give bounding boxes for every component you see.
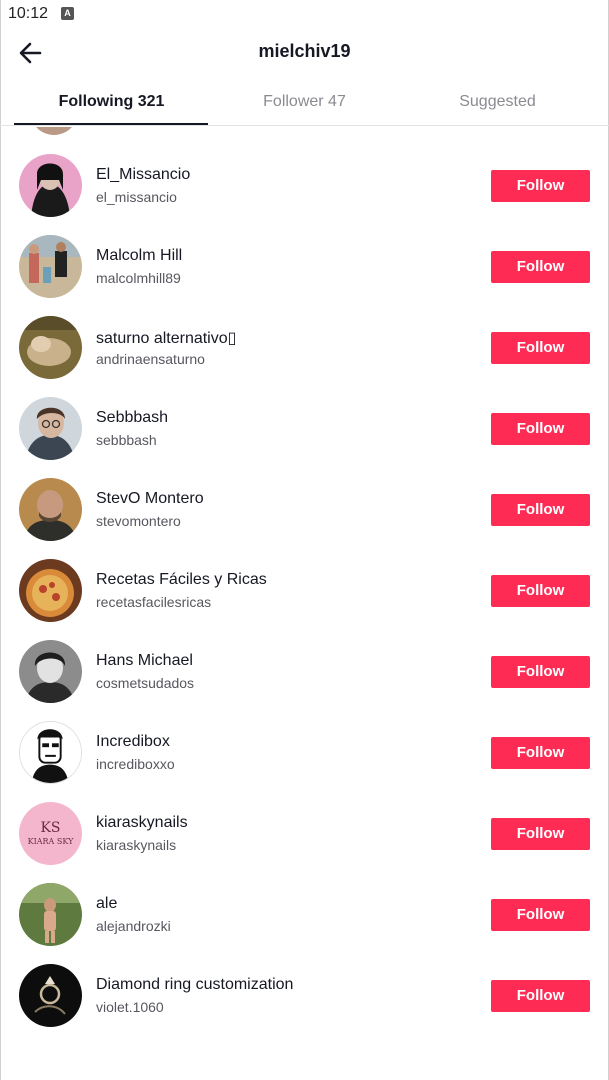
- user-handle: el_missancio: [96, 189, 177, 205]
- user-handle: kiaraskynails: [96, 837, 177, 853]
- follow-button[interactable]: Follow: [491, 980, 590, 1012]
- user-handle: violet.1060: [96, 999, 164, 1015]
- avatar: [19, 559, 82, 622]
- tab-following[interactable]: Following 321: [10, 80, 213, 126]
- follow-button[interactable]: Follow: [491, 575, 590, 607]
- follow-button[interactable]: Follow: [491, 251, 590, 283]
- avatar: [30, 127, 78, 135]
- user-handle: stevomontero: [96, 513, 181, 529]
- avatar: [19, 640, 82, 703]
- list-item[interactable]: StevO Montero stevomontero Follow: [0, 478, 609, 559]
- user-name: Recetas Fáciles y Ricas: [96, 571, 267, 588]
- user-name: ale: [96, 895, 118, 912]
- user-name: kiaraskynails: [96, 814, 188, 831]
- avatar: [19, 235, 82, 298]
- user-handle: cosmetsudados: [96, 675, 195, 691]
- user-name: Hans Michael: [96, 652, 193, 669]
- list-item[interactable]: Sebbbash sebbbash Follow: [0, 397, 609, 478]
- tab-bar: Following 321 Follower 47 Suggested: [0, 80, 609, 126]
- follow-button[interactable]: Follow: [491, 332, 590, 364]
- avatar: [19, 316, 82, 379]
- user-handle: recetasfacilesricas: [96, 594, 212, 610]
- follow-button[interactable]: Follow: [491, 899, 590, 931]
- follow-button[interactable]: Follow: [491, 413, 590, 445]
- user-name: Diamond ring customization: [96, 976, 294, 993]
- user-handle: malcolmhill89: [96, 270, 181, 286]
- tab-follower[interactable]: Follower 47: [203, 80, 406, 126]
- user-handle: sebbbash: [96, 432, 157, 448]
- follow-button[interactable]: Follow: [491, 494, 590, 526]
- avatar: [19, 154, 82, 217]
- avatar: [19, 397, 82, 460]
- avatar-logo-text: KIARA SKY: [28, 837, 75, 846]
- list-item[interactable]: saturno alternativo▯ andrinaensaturno Fo…: [0, 316, 609, 397]
- tab-suggested[interactable]: Suggested: [396, 80, 599, 126]
- list-item[interactable]: Recetas Fáciles y Ricas recetasfacilesri…: [0, 559, 609, 640]
- a-square-icon: A: [61, 7, 74, 20]
- list-item[interactable]: El_Missancio el_missancio Follow: [0, 154, 609, 235]
- list-item[interactable]: Incredibox incrediboxxo Follow: [0, 721, 609, 802]
- list-item[interactable]: Malcolm Hill malcolmhill89 Follow: [0, 235, 609, 316]
- follow-button[interactable]: Follow: [491, 656, 590, 688]
- user-name: Malcolm Hill: [96, 247, 183, 264]
- user-handle: andrinaensaturno: [96, 351, 205, 367]
- avatar: KS KIARA SKY: [19, 802, 82, 865]
- avatar: [19, 721, 82, 784]
- avatar: [19, 964, 82, 1027]
- user-handle: alejandrozki: [96, 918, 171, 934]
- status-bar: 10:12 A: [0, 0, 609, 28]
- page-title: mielchiv19: [258, 41, 351, 61]
- follow-button[interactable]: Follow: [491, 737, 590, 769]
- avatar: [19, 478, 82, 541]
- user-name: StevO Montero: [96, 490, 204, 507]
- avatar: [19, 883, 82, 946]
- user-name: saturno alternativo▯: [96, 330, 237, 347]
- list-item[interactable]: ale alejandrozki Follow: [0, 883, 609, 964]
- user-name: El_Missancio: [96, 166, 191, 183]
- status-time: 10:12: [8, 5, 49, 22]
- list-item[interactable]: Diamond ring customization violet.1060 F…: [0, 964, 609, 1045]
- user-handle: incrediboxxo: [96, 756, 175, 772]
- follow-button[interactable]: Follow: [491, 818, 590, 850]
- active-tab-indicator: [14, 123, 208, 125]
- follow-button[interactable]: Follow: [491, 170, 590, 202]
- svg-text:KS: KS: [40, 820, 60, 836]
- list-item[interactable]: KS KIARA SKY kiaraskynails kiaraskynails…: [0, 802, 609, 883]
- list-item[interactable]: Hans Michael cosmetsudados Follow: [0, 640, 609, 721]
- top-header: mielchiv19: [0, 28, 609, 76]
- following-list[interactable]: El_Missancio el_missancio Follow Malcolm…: [0, 127, 609, 1080]
- user-name: Sebbbash: [96, 409, 169, 426]
- user-name: Incredibox: [96, 733, 170, 750]
